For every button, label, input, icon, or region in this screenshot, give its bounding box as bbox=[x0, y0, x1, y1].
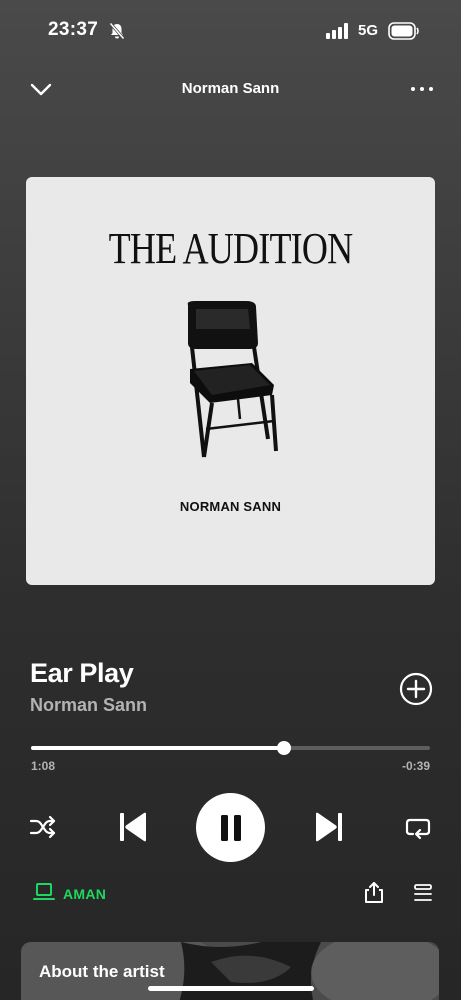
time-elapsed: 1:08 bbox=[31, 759, 56, 773]
shuffle-icon[interactable] bbox=[28, 813, 58, 841]
home-indicator[interactable] bbox=[148, 986, 314, 991]
track-title[interactable]: Ear Play bbox=[30, 658, 134, 689]
album-art-artist: NORMAN SANN bbox=[179, 499, 282, 514]
more-icon[interactable] bbox=[408, 78, 436, 100]
about-artist-title: About the artist bbox=[39, 962, 165, 981]
album-art-title: THE AUDITION bbox=[108, 224, 354, 273]
progress-knob[interactable] bbox=[277, 741, 292, 755]
track-artist[interactable]: Norman Sann bbox=[30, 695, 147, 716]
status-bar: 23:37 5G bbox=[0, 0, 461, 60]
pause-icon bbox=[221, 815, 241, 841]
add-icon[interactable] bbox=[399, 672, 433, 706]
status-time: 23:37 bbox=[48, 19, 99, 40]
bell-slash-icon bbox=[109, 22, 125, 40]
laptop-icon[interactable] bbox=[33, 882, 55, 902]
time-remaining: -0:39 bbox=[401, 759, 430, 773]
repeat-icon[interactable] bbox=[403, 813, 433, 841]
header-title: Norman Sann bbox=[181, 80, 280, 97]
battery-icon bbox=[388, 22, 419, 40]
album-artwork[interactable]: THE AUDITION NORMAN SANN bbox=[26, 177, 435, 585]
progress-bar[interactable] bbox=[31, 741, 430, 755]
progress-fill bbox=[31, 746, 285, 750]
next-icon[interactable] bbox=[313, 810, 345, 844]
folding-chair-image bbox=[187, 301, 278, 458]
network-label: 5G bbox=[358, 22, 379, 39]
about-artist-card[interactable]: About the artist bbox=[21, 942, 439, 1000]
previous-icon[interactable] bbox=[117, 810, 149, 844]
player-header: Norman Sann bbox=[0, 70, 461, 110]
queue-icon[interactable] bbox=[412, 882, 434, 904]
connected-device-label[interactable]: AMAN bbox=[63, 886, 106, 902]
share-icon[interactable] bbox=[362, 880, 386, 904]
signal-icon bbox=[326, 23, 348, 39]
play-pause-button[interactable] bbox=[196, 793, 265, 862]
